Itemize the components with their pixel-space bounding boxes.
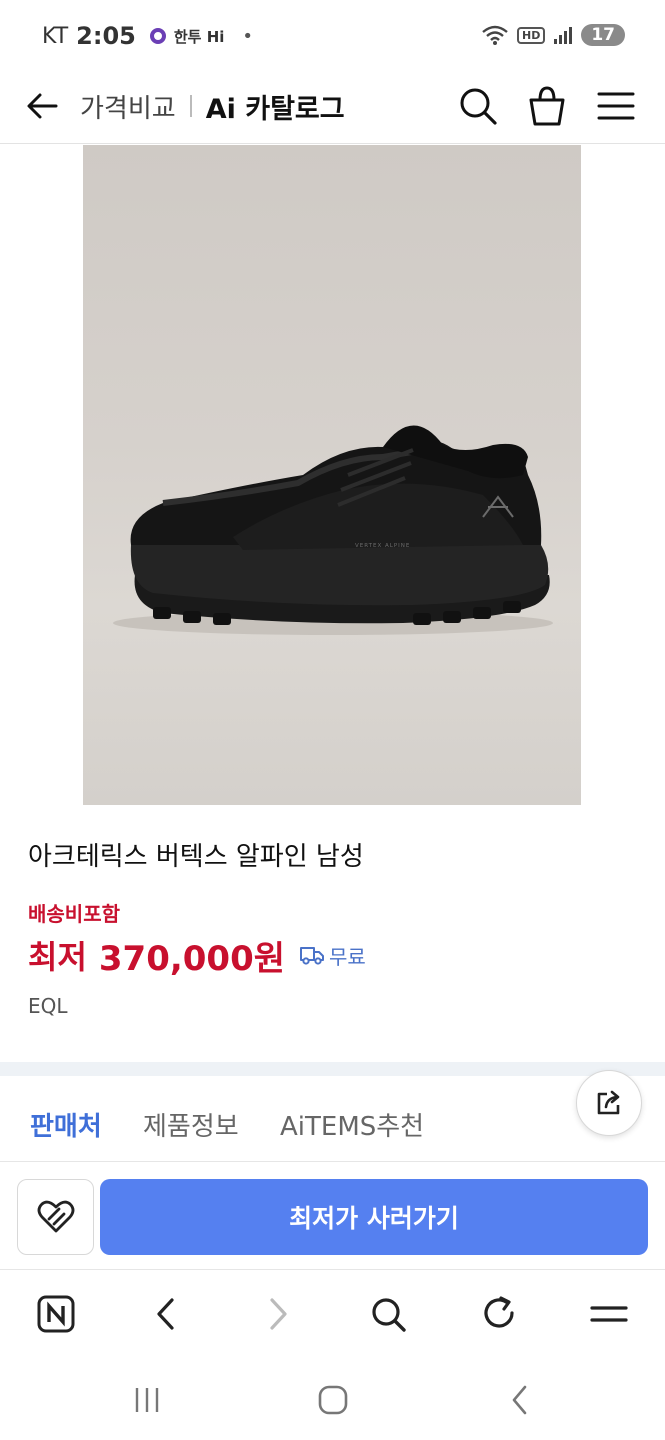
browser-back-button[interactable] [144,1292,188,1336]
system-navigation-bar [0,1358,665,1440]
delivery-truck-icon [300,947,325,965]
naver-home-icon [37,1295,75,1333]
tab-product-info[interactable]: 제품정보 [143,1106,239,1143]
back-button[interactable] [22,86,62,126]
browser-search-icon [372,1298,406,1332]
more-notifications-dot: • [242,25,254,47]
product-tabs: 판매처 제품정보 AiTEMS추천 [0,1076,665,1162]
menu-button[interactable] [596,84,640,128]
seller-name[interactable]: EQL [28,994,68,1018]
browser-back-icon [157,1298,174,1330]
home-button[interactable] [313,1380,353,1420]
status-right: HD 17 [481,24,625,46]
status-left: KT 2:05 한투 Hi • [42,22,253,50]
refresh-button[interactable] [477,1292,521,1336]
system-back-button[interactable] [500,1380,540,1420]
share-icon [597,1090,620,1115]
product-photo[interactable]: VERTEX ALPINE [83,145,581,805]
browser-forward-button[interactable] [256,1292,300,1336]
tab-aitems-recommend[interactable]: AiTEMS추천 [280,1106,424,1143]
browser-menu-button[interactable] [587,1292,631,1336]
product-title: 아크테릭스 버텍스 알파인 남성 [28,842,364,872]
app-header: 가격비교 Ai 카탈로그 [0,72,665,144]
lowest-price-value: 370,000원 [98,938,286,979]
heart-link-icon [37,1200,74,1233]
clock: 2:05 [76,22,136,50]
naver-home-button[interactable] [34,1292,78,1336]
breadcrumb: 가격비교 Ai 카탈로그 [80,84,345,128]
browser-toolbar [0,1272,665,1358]
system-back-icon [512,1385,527,1415]
search-icon [460,88,497,125]
menu-icon [597,92,635,120]
status-bar: KT 2:05 한투 Hi • HD 17 [0,0,665,72]
carrier-label: KT [42,23,69,49]
browser-menu-icon [590,1306,628,1322]
app-notification-label: 한투 Hi [173,27,225,46]
back-arrow-icon [27,93,58,119]
wifi-icon [482,25,508,45]
app-notification-icon [149,28,166,44]
section-divider [0,1062,665,1076]
browser-forward-icon [270,1298,287,1330]
buy-lowest-price-button[interactable]: 최저가 사러가기 [100,1179,648,1255]
purchase-action-bar: 최저가 사러가기 [0,1162,665,1270]
refresh-icon [484,1296,514,1328]
crumb-price-compare[interactable]: 가격비교 [80,88,176,125]
shoe-print-text: VERTEX ALPINE [355,543,410,549]
browser-search-button[interactable] [366,1292,410,1336]
share-button[interactable] [576,1070,642,1136]
shipping-included-note: 배송비포함 [28,902,120,926]
tab-sellers[interactable]: 판매처 [30,1106,102,1143]
home-icon [318,1385,348,1415]
recent-apps-button[interactable] [127,1380,167,1420]
crumb-ai-catalog: Ai 카탈로그 [205,93,345,125]
search-button[interactable] [456,84,500,128]
lowest-price-label: 최저 [28,938,87,976]
shopping-bag-icon [529,86,565,126]
hd-voice-icon: HD [516,26,546,44]
cart-button[interactable] [525,84,569,128]
free-delivery-badge: 무료 [299,941,366,970]
wishlist-button[interactable] [17,1179,94,1255]
price-row: 최저 370,000원 무료 [28,930,366,980]
delivery-label: 무료 [329,944,366,969]
recent-apps-icon [135,1388,159,1412]
shoe-image: VERTEX ALPINE [113,425,553,635]
crumb-divider [189,95,192,117]
signal-icon [554,27,573,44]
product-image-area[interactable]: VERTEX ALPINE [0,145,665,805]
battery-indicator: 17 [581,24,625,46]
